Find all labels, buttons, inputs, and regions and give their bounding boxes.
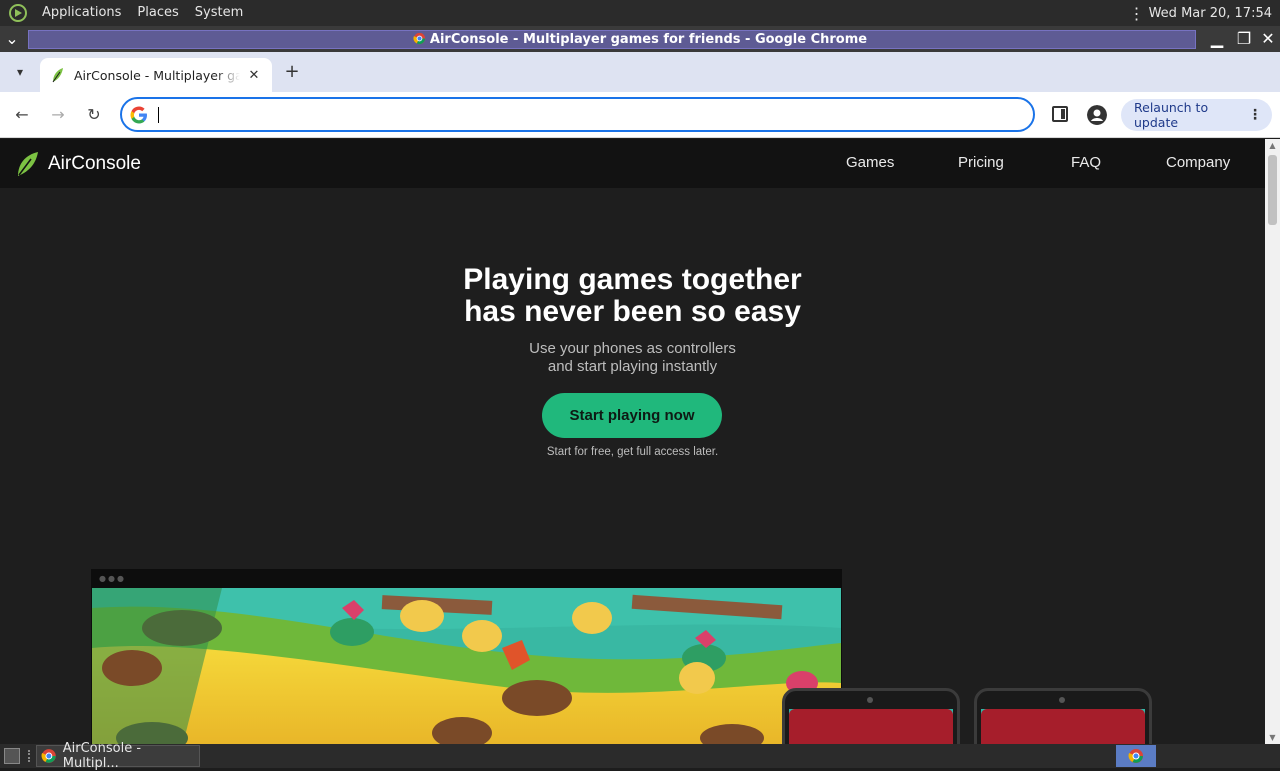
- tv-screen-mockup: ●●●: [91, 569, 842, 744]
- back-icon[interactable]: ←: [10, 103, 34, 127]
- web-page: AirConsole Games Pricing FAQ Company Pla…: [0, 139, 1265, 744]
- forward-icon[interactable]: →: [46, 103, 70, 127]
- phone-camera: [1059, 697, 1065, 703]
- tab-strip: ▾ AirConsole - Multiplayer games for fri…: [0, 52, 1280, 92]
- menu-places[interactable]: Places: [129, 0, 186, 26]
- game-screenshot: [92, 588, 841, 744]
- nav-pricing[interactable]: Pricing: [958, 154, 1004, 171]
- window-title-text: AirConsole - Multiplayer games for frien…: [429, 32, 868, 47]
- hero-sub-line2: and start playing instantly: [547, 358, 718, 375]
- hero-title-line1: Playing games together: [463, 263, 802, 296]
- phone-controller-1: [782, 688, 960, 744]
- system-top-panel: Applications Places System ⋮ Wed Mar 20,…: [0, 0, 1280, 26]
- workspace-switcher[interactable]: [1116, 745, 1156, 767]
- chrome-icon: [413, 32, 426, 45]
- taskbar-item-chrome[interactable]: AirConsole - Multipl...: [36, 741, 200, 771]
- maximize-icon[interactable]: ❐: [1232, 26, 1256, 52]
- phone-controller-2: [974, 688, 1152, 744]
- page-scrollbar[interactable]: ▲ ▼: [1265, 139, 1280, 744]
- scroll-down-icon[interactable]: ▼: [1265, 733, 1280, 742]
- kebab-icon[interactable]: ⋮: [1248, 107, 1262, 123]
- brand-name: AirConsole: [48, 153, 141, 174]
- site-header: AirConsole Games Pricing FAQ Company: [0, 139, 1265, 188]
- gnome-foot-icon[interactable]: [8, 3, 28, 23]
- profile-icon[interactable]: [1087, 105, 1107, 125]
- window-dots: ●●●: [99, 574, 126, 583]
- tab-title: AirConsole - Multiplayer games for frien…: [74, 67, 240, 83]
- hero-sub-line1: Use your phones as controllers: [529, 340, 736, 357]
- phone-button: [981, 709, 1145, 744]
- new-tab-button[interactable]: +: [282, 62, 302, 82]
- chrome-icon: [41, 749, 56, 763]
- airconsole-leaf-icon: [52, 68, 63, 83]
- menu-system[interactable]: System: [187, 0, 251, 26]
- relaunch-to-update-button[interactable]: Relaunch to update ⋮: [1121, 99, 1272, 131]
- reload-icon[interactable]: ↻: [82, 103, 106, 127]
- minimize-icon[interactable]: ▁: [1205, 26, 1229, 52]
- window-titlebar[interactable]: ⌄ AirConsole - Multiplayer games for fri…: [0, 26, 1280, 52]
- hero-title: Playing games together has never been so…: [0, 264, 1265, 328]
- nav-games[interactable]: Games: [846, 154, 894, 171]
- omnibox-input[interactable]: [156, 105, 1016, 125]
- menu-applications[interactable]: Applications: [34, 0, 129, 26]
- close-icon[interactable]: ✕: [1256, 26, 1280, 52]
- text-caret: [158, 107, 159, 123]
- phone-button: [789, 709, 953, 744]
- clock[interactable]: Wed Mar 20, 17:54: [1149, 6, 1272, 21]
- nav-faq[interactable]: FAQ: [1071, 154, 1101, 171]
- window-title: AirConsole - Multiplayer games for frien…: [0, 30, 1280, 49]
- panel-handle-icon[interactable]: ⋮: [1129, 4, 1145, 23]
- relaunch-label: Relaunch to update: [1134, 100, 1209, 130]
- site-logo[interactable]: AirConsole: [16, 151, 141, 177]
- start-playing-button[interactable]: Start playing now: [542, 393, 722, 438]
- hero-title-line2: has never been so easy: [464, 295, 801, 328]
- address-bar[interactable]: [120, 97, 1035, 132]
- taskbar-separator: [28, 750, 32, 762]
- side-panel-icon[interactable]: [1052, 106, 1068, 122]
- airconsole-leaf-icon: [18, 152, 38, 176]
- tab-close-icon[interactable]: ✕: [246, 68, 262, 83]
- chrome-icon: [1128, 749, 1143, 763]
- cta-note: Start for free, get full access later.: [546, 446, 719, 458]
- browser-toolbar: ← → ↻ Relaunch to update ⋮: [0, 92, 1280, 138]
- phone-camera: [867, 697, 873, 703]
- taskbar-item-label: AirConsole - Multipl...: [62, 741, 142, 771]
- tab-airconsole[interactable]: AirConsole - Multiplayer games for frien…: [40, 58, 272, 92]
- tab-search-icon[interactable]: ▾: [6, 60, 34, 84]
- nav-company[interactable]: Company: [1166, 154, 1230, 171]
- google-g-icon: [130, 106, 147, 124]
- scroll-up-icon[interactable]: ▲: [1265, 141, 1280, 150]
- hero-subtitle: Use your phones as controllers and start…: [0, 340, 1265, 376]
- bottom-taskbar: AirConsole - Multipl...: [0, 741, 1280, 771]
- show-desktop-icon[interactable]: [4, 748, 20, 764]
- scrollbar-thumb[interactable]: [1268, 155, 1277, 225]
